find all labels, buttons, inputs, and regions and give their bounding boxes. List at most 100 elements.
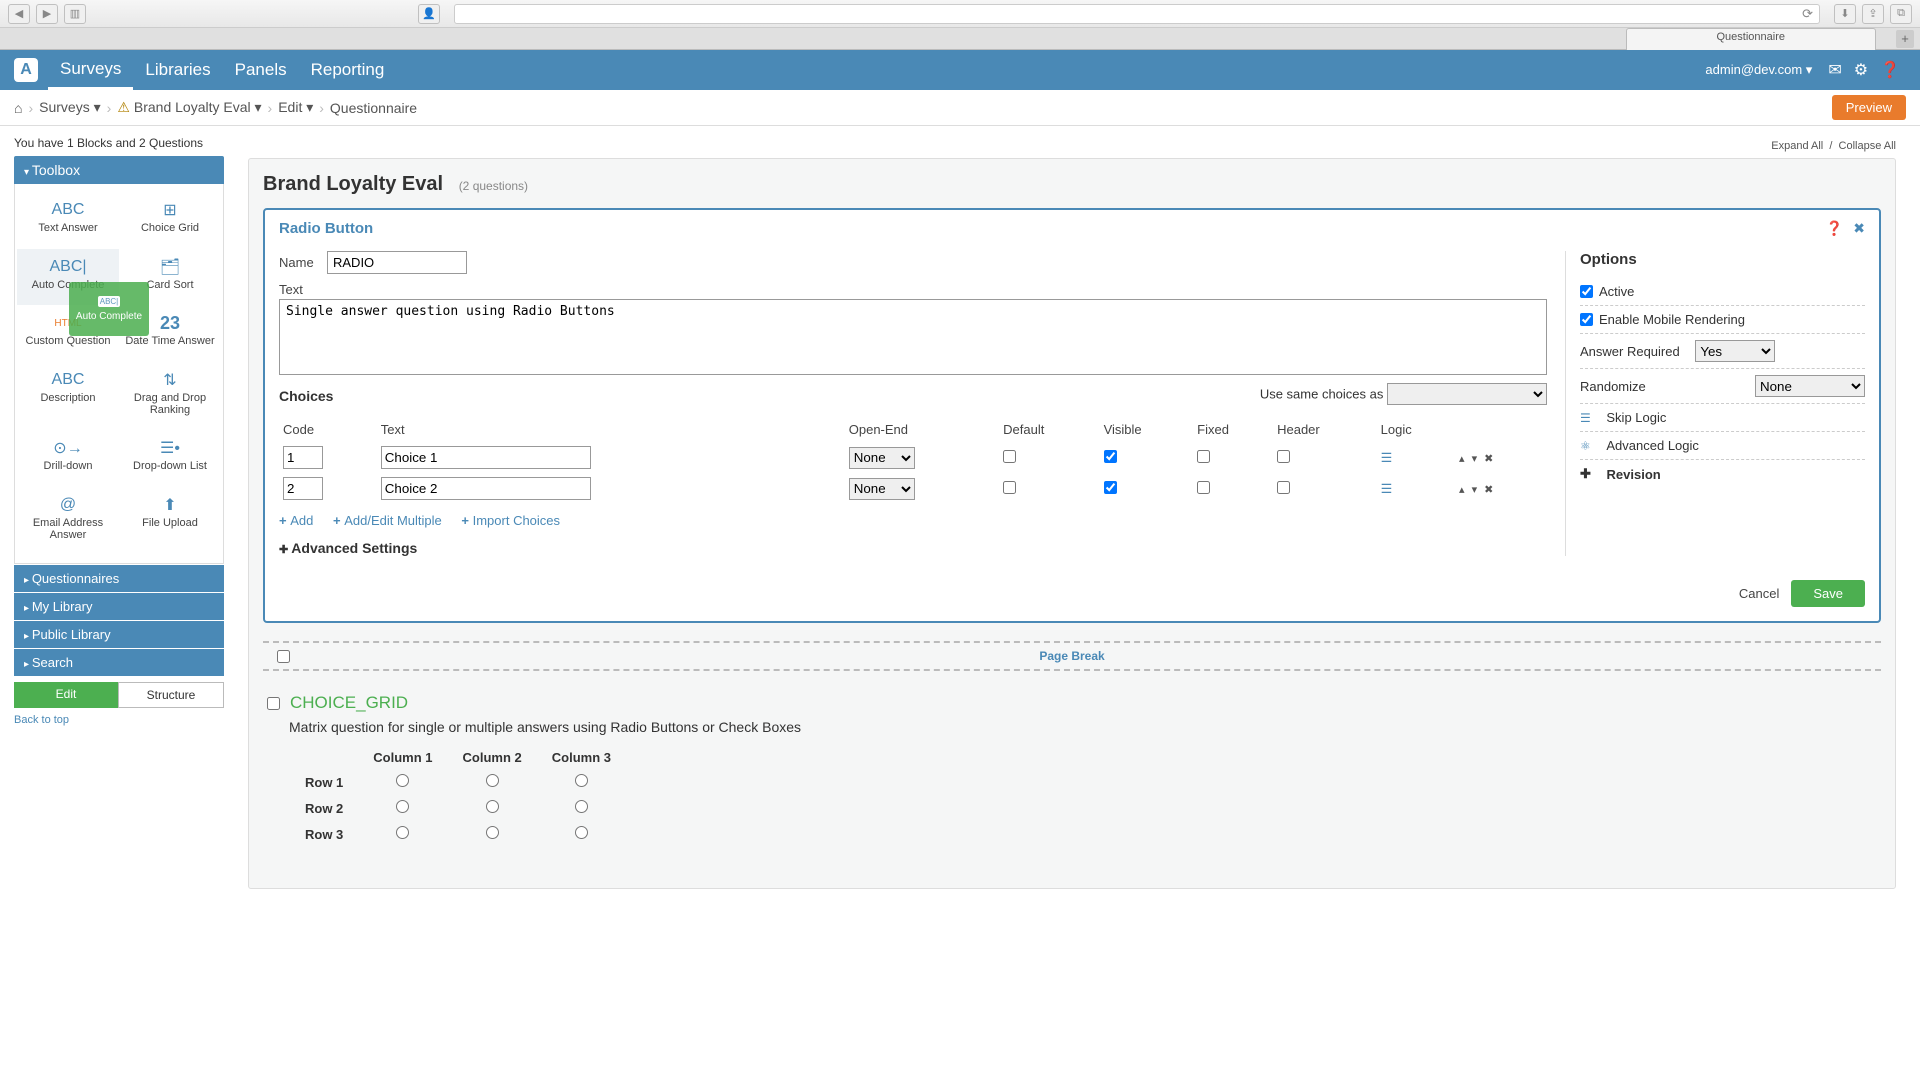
tool-drag-drop-ranking[interactable]: ⇅Drag and Drop Ranking bbox=[119, 362, 221, 431]
same-choices-select[interactable] bbox=[1387, 383, 1547, 405]
randomize-select[interactable]: None bbox=[1755, 375, 1865, 397]
help-icon[interactable]: ❓ bbox=[1880, 60, 1900, 80]
bc-surveys[interactable]: Surveys ▾ bbox=[39, 99, 101, 116]
choice-code-input[interactable] bbox=[283, 446, 323, 469]
tool-text-answer[interactable]: ABCText Answer bbox=[17, 192, 119, 249]
add-edit-multiple[interactable]: Add/Edit Multiple bbox=[333, 513, 442, 528]
download-icon[interactable]: ⬇ bbox=[1834, 4, 1856, 24]
header-checkbox[interactable] bbox=[1277, 481, 1290, 494]
fixed-checkbox[interactable] bbox=[1197, 450, 1210, 463]
active-checkbox[interactable] bbox=[1580, 285, 1593, 298]
add-choice[interactable]: Add bbox=[279, 513, 313, 528]
address-bar[interactable]: ⟳ bbox=[454, 4, 1820, 24]
openend-select[interactable]: None bbox=[849, 447, 915, 469]
visible-checkbox[interactable] bbox=[1104, 450, 1117, 463]
advanced-settings[interactable]: Advanced Settings bbox=[279, 540, 1547, 556]
nav-panels[interactable]: Panels bbox=[223, 52, 299, 88]
tool-date-time[interactable]: 23Date Time Answer bbox=[119, 305, 221, 362]
cancel-button[interactable]: Cancel bbox=[1739, 586, 1779, 601]
row-controls[interactable]: ▴ ▾ ✖ bbox=[1459, 453, 1495, 465]
logic-icon[interactable]: ☰ bbox=[1381, 481, 1393, 496]
tool-choice-grid[interactable]: ⊞Choice Grid bbox=[119, 192, 221, 249]
collapse-all[interactable]: Collapse All bbox=[1839, 140, 1896, 152]
tool-custom-question[interactable]: HTMLCustom Question bbox=[17, 305, 119, 362]
grid-radio[interactable] bbox=[575, 774, 588, 787]
acc-public-library[interactable]: Public Library bbox=[14, 621, 224, 648]
tab-structure[interactable]: Structure bbox=[118, 682, 224, 708]
grid-radio[interactable] bbox=[396, 800, 409, 813]
tabs-icon[interactable]: ⧉ bbox=[1890, 4, 1912, 24]
tool-description[interactable]: ABCDescription bbox=[17, 362, 119, 431]
nav-libraries[interactable]: Libraries bbox=[133, 52, 222, 88]
default-checkbox[interactable] bbox=[1003, 450, 1016, 463]
import-choices[interactable]: Import Choices bbox=[461, 513, 560, 528]
user-menu[interactable]: admin@dev.com ▾ bbox=[1705, 62, 1812, 78]
expand-all[interactable]: Expand All bbox=[1771, 140, 1823, 152]
nav-surveys[interactable]: Surveys bbox=[48, 51, 133, 90]
logic-icon[interactable]: ☰ bbox=[1381, 450, 1393, 465]
page-break[interactable]: Page Break bbox=[263, 641, 1881, 671]
row-controls[interactable]: ▴ ▾ ✖ bbox=[1459, 484, 1495, 496]
nav-forward-icon[interactable]: ▶ bbox=[36, 4, 58, 24]
nav-sidebar-icon[interactable]: ▥ bbox=[64, 4, 86, 24]
revision-row[interactable]: ✚ Revision bbox=[1580, 460, 1865, 488]
header-checkbox[interactable] bbox=[1277, 450, 1290, 463]
save-button[interactable]: Save bbox=[1791, 580, 1865, 607]
breadcrumb: ⌂ › Surveys ▾ › ⚠Brand Loyalty Eval ▾ › … bbox=[0, 90, 1920, 126]
editor-help-icon[interactable]: ❓ bbox=[1826, 220, 1843, 237]
tool-email-answer[interactable]: @Email Address Answer bbox=[17, 487, 119, 556]
choice-code-input[interactable] bbox=[283, 477, 323, 500]
app-topnav: A Surveys Libraries Panels Reporting adm… bbox=[0, 50, 1920, 90]
new-tab-button[interactable]: + bbox=[1896, 30, 1914, 48]
acc-search[interactable]: Search bbox=[14, 649, 224, 676]
nav-back-icon[interactable]: ◀ bbox=[8, 4, 30, 24]
app-logo[interactable]: A bbox=[14, 58, 38, 82]
required-select[interactable]: Yes bbox=[1695, 340, 1775, 362]
name-input[interactable] bbox=[327, 251, 467, 274]
browser-tab-strip: Questionnaire + bbox=[0, 28, 1920, 50]
tab-edit[interactable]: Edit bbox=[14, 682, 118, 708]
bc-edit[interactable]: Edit ▾ bbox=[278, 99, 313, 116]
choices-table: Code Text Open-End Default Visible Fixed… bbox=[279, 416, 1547, 505]
grid-radio[interactable] bbox=[575, 826, 588, 839]
skip-logic-row[interactable]: ☰ Skip Logic bbox=[1580, 404, 1865, 432]
acc-questionnaires[interactable]: Questionnaires bbox=[14, 565, 224, 592]
share-icon[interactable]: ⇪ bbox=[1862, 4, 1884, 24]
pagebreak-checkbox[interactable] bbox=[277, 650, 290, 663]
grid-radio[interactable] bbox=[396, 774, 409, 787]
grid-radio[interactable] bbox=[575, 800, 588, 813]
home-icon[interactable]: ⌂ bbox=[14, 100, 22, 116]
tool-file-upload[interactable]: ⬆File Upload bbox=[119, 487, 221, 556]
openend-select[interactable]: None bbox=[849, 478, 915, 500]
editor-close-icon[interactable]: ✖ bbox=[1853, 220, 1865, 237]
browser-tab[interactable]: Questionnaire bbox=[1626, 28, 1877, 50]
q2-title[interactable]: CHOICE_GRID bbox=[290, 693, 408, 713]
nav-reporting[interactable]: Reporting bbox=[299, 52, 397, 88]
mobile-checkbox[interactable] bbox=[1580, 313, 1593, 326]
tool-dropdown-list[interactable]: ☰•Drop-down List bbox=[119, 430, 221, 487]
mail-icon[interactable]: ✉ bbox=[1828, 60, 1841, 80]
q2-checkbox[interactable] bbox=[267, 697, 280, 710]
grid-radio[interactable] bbox=[486, 800, 499, 813]
toolbox-header[interactable]: Toolbox bbox=[14, 156, 224, 184]
bc-page: Questionnaire bbox=[330, 100, 417, 116]
reader-icon[interactable]: 👤 bbox=[418, 4, 440, 24]
visible-checkbox[interactable] bbox=[1104, 481, 1117, 494]
bc-survey[interactable]: ⚠Brand Loyalty Eval ▾ bbox=[117, 99, 261, 116]
default-checkbox[interactable] bbox=[1003, 481, 1016, 494]
grid-radio[interactable] bbox=[486, 826, 499, 839]
acc-my-library[interactable]: My Library bbox=[14, 593, 224, 620]
preview-button[interactable]: Preview bbox=[1832, 95, 1906, 120]
choice-text-input[interactable] bbox=[381, 477, 591, 500]
gear-icon[interactable]: ⚙ bbox=[1854, 60, 1868, 80]
back-to-top[interactable]: Back to top bbox=[14, 714, 224, 726]
fixed-checkbox[interactable] bbox=[1197, 481, 1210, 494]
grid-radio[interactable] bbox=[396, 826, 409, 839]
advanced-logic-row[interactable]: ⚛ Advanced Logic bbox=[1580, 432, 1865, 460]
tool-card-sort[interactable]: 🗂Card Sort bbox=[119, 249, 221, 306]
choice-text-input[interactable] bbox=[381, 446, 591, 469]
tool-drill-down[interactable]: ⊙→Drill-down bbox=[17, 430, 119, 487]
text-input[interactable]: Single answer question using Radio Butto… bbox=[279, 299, 1547, 375]
grid-radio[interactable] bbox=[486, 774, 499, 787]
tool-auto-complete[interactable]: ABC|Auto Complete bbox=[17, 249, 119, 306]
